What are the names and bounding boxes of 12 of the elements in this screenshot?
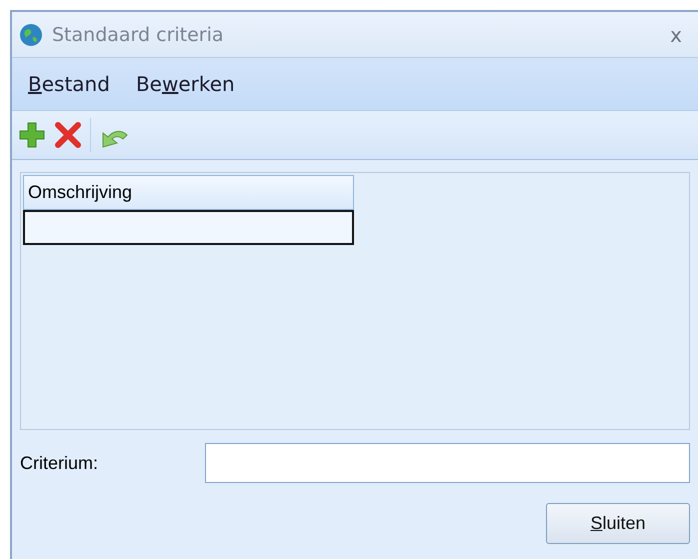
table-row[interactable] (23, 210, 354, 245)
close-dialog-button[interactable]: Sluiten (546, 503, 690, 544)
criterium-label: Criterium: (20, 452, 100, 474)
criterium-field[interactable] (205, 443, 690, 483)
globe-icon (18, 22, 44, 48)
close-button[interactable]: x (670, 22, 682, 46)
menu-item[interactable]: Bewerken (136, 72, 235, 96)
plus-icon[interactable] (18, 121, 46, 149)
column-header[interactable]: Omschrijving (23, 175, 354, 210)
menu-item[interactable]: Bestand (28, 72, 110, 96)
window-title: Standaard criteria (52, 24, 225, 46)
delete-icon[interactable] (54, 121, 82, 149)
